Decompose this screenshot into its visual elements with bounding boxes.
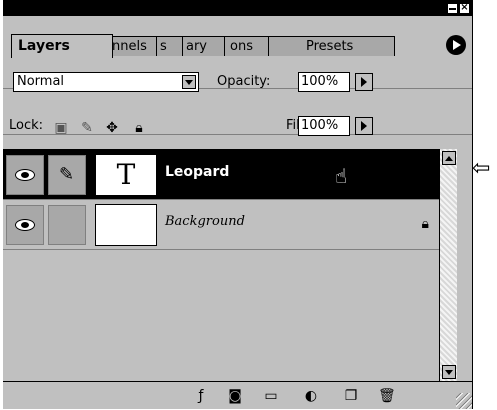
lock-icon: 🔒︎ <box>421 216 429 232</box>
tab-history[interactable]: ary <box>179 36 225 56</box>
visibility-toggle[interactable] <box>6 155 44 195</box>
lock-all-icon[interactable]: 🔒︎ <box>131 120 147 136</box>
adjustment-layer-icon[interactable]: ◐ <box>303 388 319 404</box>
brush-icon: ✎ <box>59 164 75 185</box>
tab-paths[interactable]: s <box>153 36 183 56</box>
chevron-down-icon[interactable] <box>182 75 196 89</box>
minimize-button[interactable] <box>447 3 458 14</box>
visibility-toggle[interactable] <box>6 205 44 245</box>
new-group-icon[interactable]: ▭ <box>263 388 279 404</box>
tab-history-label: ary <box>186 39 208 54</box>
trash-icon[interactable]: 🗑︎ <box>378 388 396 404</box>
tab-actions-label: ons <box>230 39 253 54</box>
lock-position-icon[interactable]: ✥ <box>104 120 120 136</box>
resize-grip[interactable] <box>456 393 472 409</box>
blend-opacity-row: Normal Opacity: 100% <box>3 58 472 92</box>
layer-row-background[interactable]: Background 🔒︎ <box>3 200 439 250</box>
layer-style-icon[interactable]: ƒ <box>193 388 209 404</box>
fill-slider-button[interactable] <box>355 117 373 135</box>
opacity-field[interactable]: 100% <box>298 72 350 92</box>
eye-icon <box>15 219 35 231</box>
hand-cursor-icon: ☝ <box>335 164 348 188</box>
blend-mode-select[interactable]: Normal <box>13 72 199 92</box>
tab-presets-label: Presets <box>306 39 354 54</box>
lock-image-icon[interactable]: ✎ <box>79 120 95 136</box>
edit-indicator[interactable] <box>48 205 86 245</box>
layer-name[interactable]: Background <box>165 214 245 229</box>
lock-label: Lock: <box>9 118 44 133</box>
opacity-label: Opacity: <box>217 74 271 89</box>
tab-layers-label: Layers <box>18 38 70 54</box>
tab-strip: Presets ons ary s nnels Layers <box>3 16 472 58</box>
lock-transparency-icon[interactable]: ▣ <box>53 120 69 136</box>
layer-list: ✎ T Leopard ☝ Background 🔒︎ <box>3 149 439 382</box>
fill-field[interactable]: 100% <box>298 116 350 136</box>
vertical-scrollbar[interactable] <box>439 149 457 381</box>
tab-layers[interactable]: Layers <box>11 34 113 58</box>
add-mask-icon[interactable]: ◙ <box>227 388 243 404</box>
scroll-up-button[interactable] <box>442 151 456 165</box>
layers-palette: × Presets ons ary s nnels Layers Normal … <box>3 0 473 409</box>
blend-mode-value: Normal <box>17 74 65 89</box>
lock-fill-row: Lock: Fill: 100% <box>3 104 472 136</box>
tab-presets[interactable]: Presets <box>265 36 395 56</box>
layer-name[interactable]: Leopard <box>165 164 229 180</box>
scroll-down-button[interactable] <box>442 365 456 379</box>
layer-row-leopard[interactable]: ✎ T Leopard ☝ <box>3 150 439 200</box>
edit-indicator[interactable]: ✎ <box>48 155 86 195</box>
close-button[interactable]: × <box>459 3 470 14</box>
palette-bottom-bar: ƒ ◙ ▭ ◐ ❐ 🗑︎ <box>3 381 472 409</box>
tab-actions[interactable]: ons <box>223 36 269 56</box>
new-layer-icon[interactable]: ❐ <box>343 388 359 404</box>
opacity-slider-button[interactable] <box>355 73 373 91</box>
palette-menu-icon[interactable] <box>446 35 466 55</box>
layer-thumbnail <box>95 204 157 246</box>
eye-icon <box>15 169 35 181</box>
arrow-left-icon: ⇦ <box>472 156 491 181</box>
layer-thumbnail: T <box>95 154 157 196</box>
palette-titlebar: × <box>3 0 472 16</box>
tab-channels-label: nnels <box>112 39 147 54</box>
tab-paths-label: s <box>160 39 167 54</box>
